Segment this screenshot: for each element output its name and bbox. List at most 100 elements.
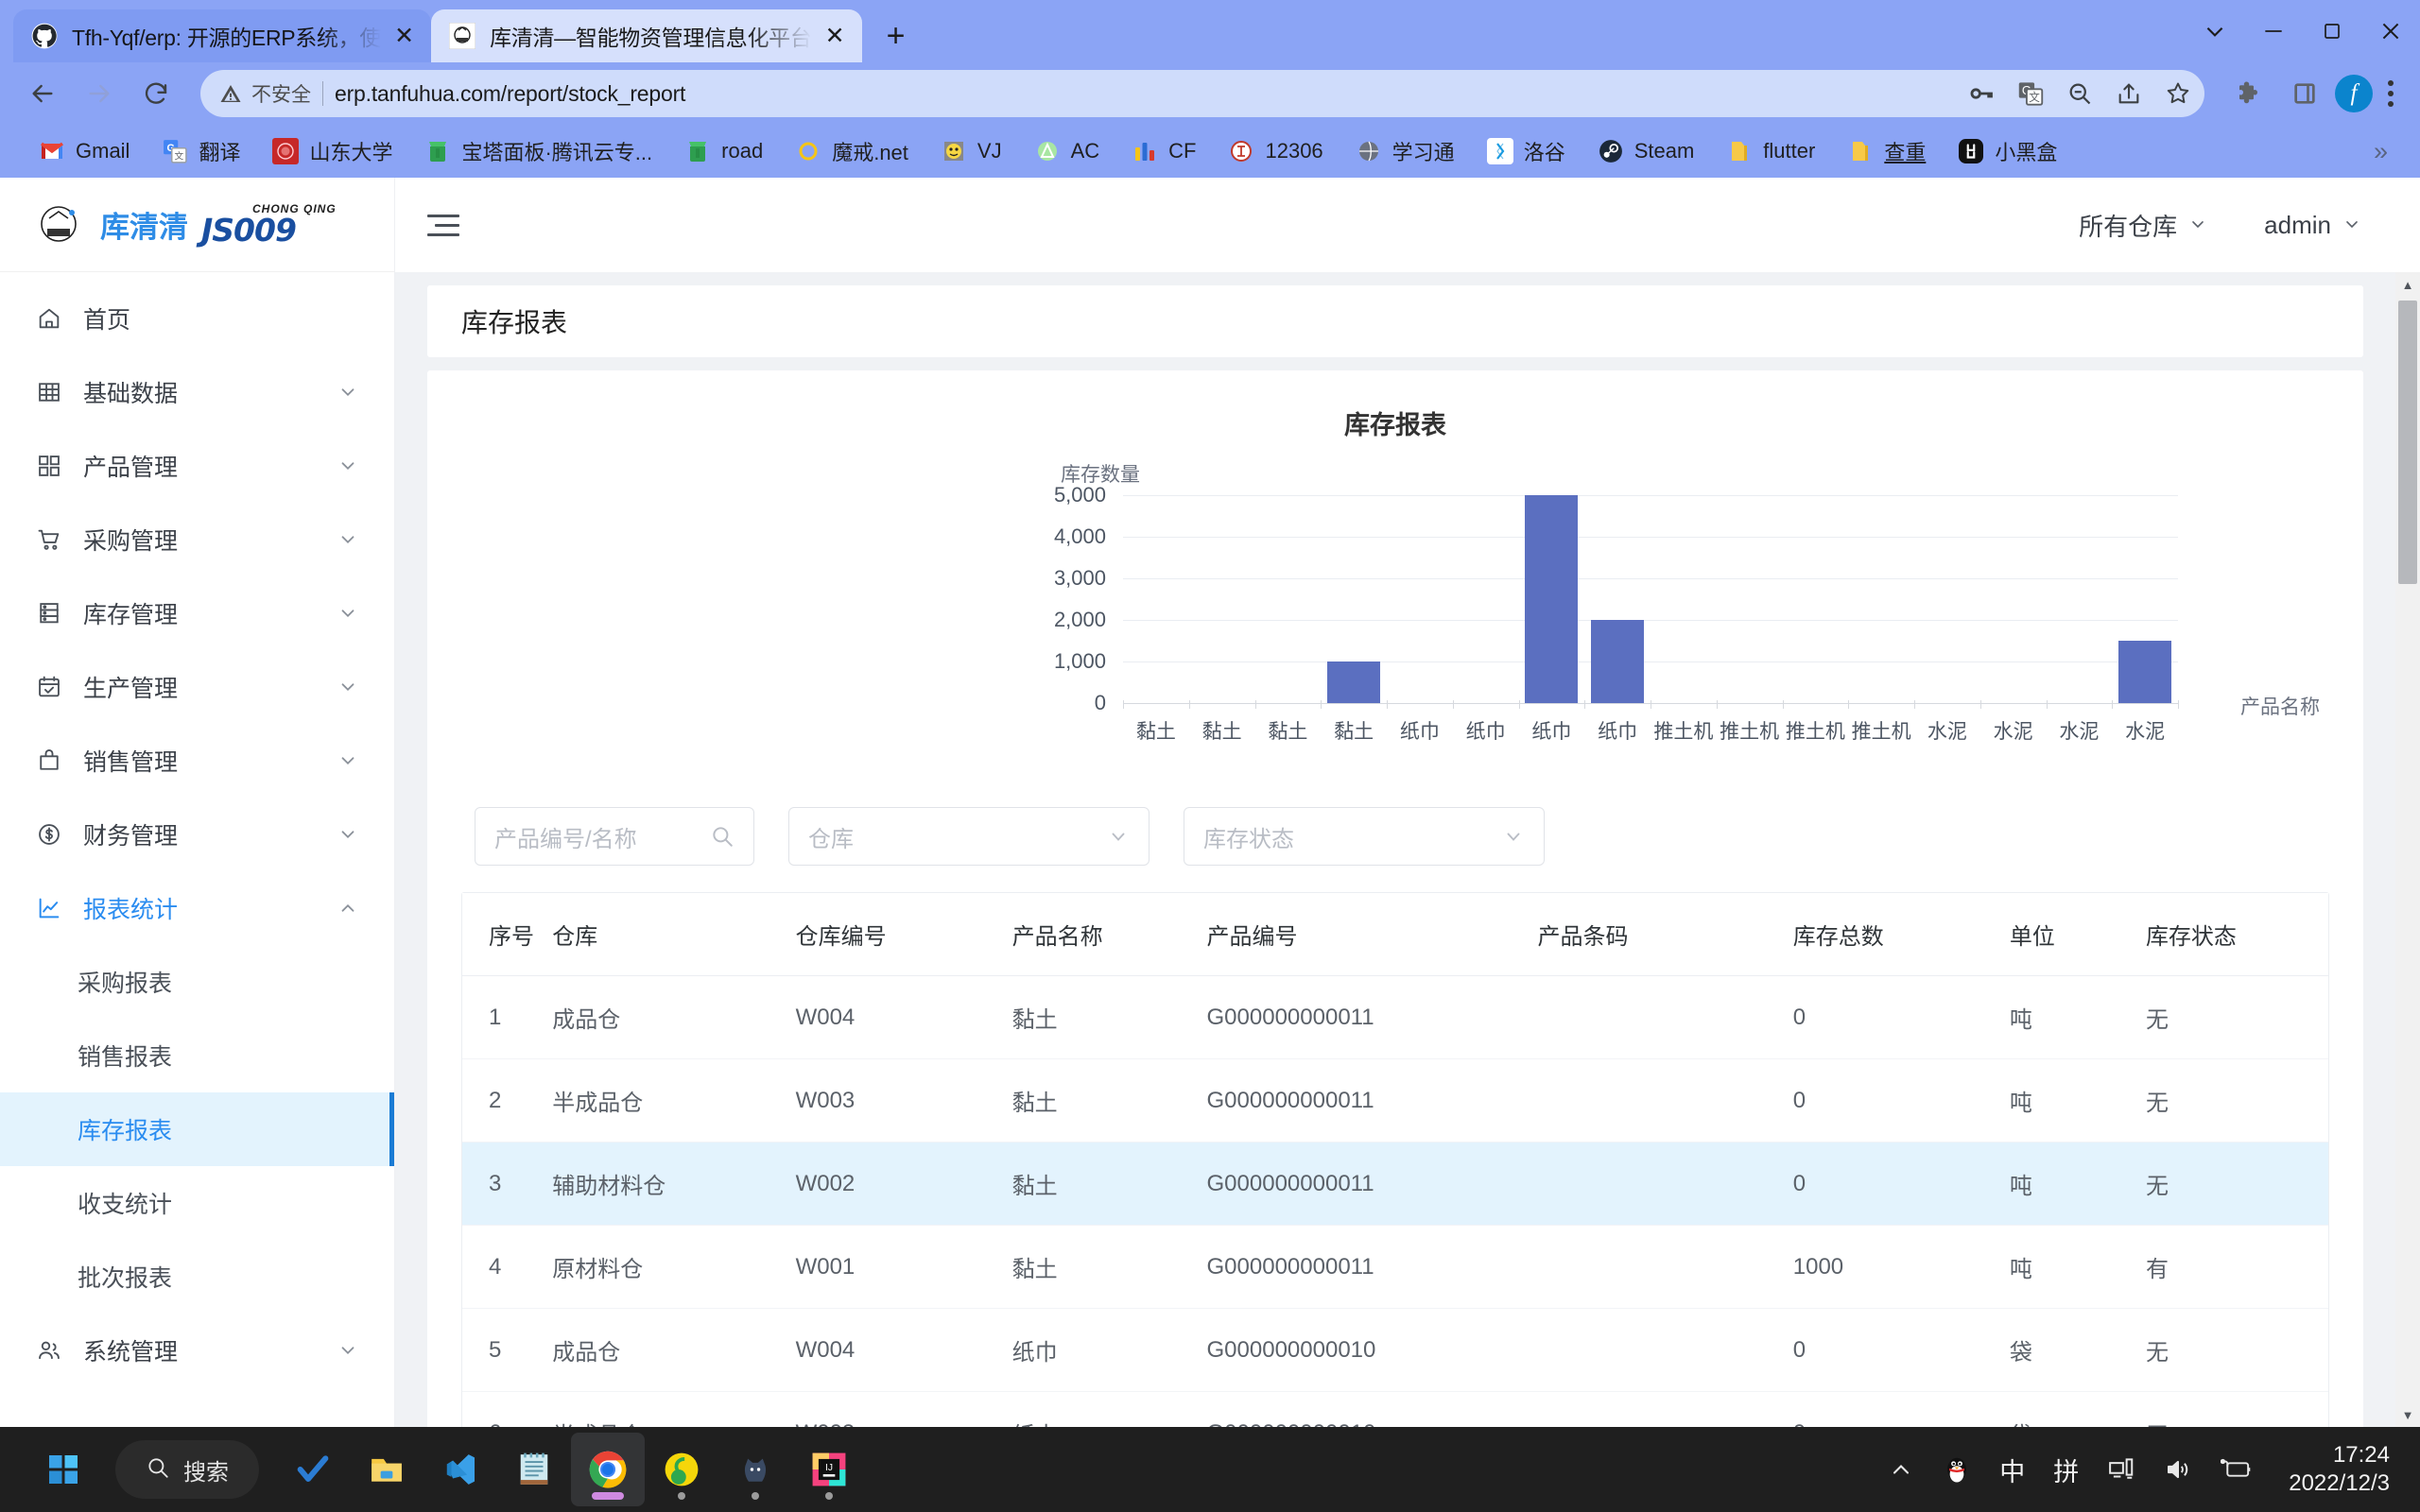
chart-bar-cell[interactable] xyxy=(1321,495,1387,703)
maximize-icon[interactable] xyxy=(2303,0,2361,62)
profile-avatar[interactable]: f xyxy=(2335,75,2373,112)
translate-icon[interactable]: G文 xyxy=(2017,80,2044,107)
app-logo[interactable]: 库清清 CHONG QING JS009 xyxy=(0,178,394,272)
sidebar-subitem-stock-report[interactable]: 库存报表 xyxy=(0,1092,394,1166)
bookmark-translate[interactable]: G文 翻译 xyxy=(146,130,256,172)
chart-bar-cell[interactable] xyxy=(1519,495,1585,703)
share-icon[interactable] xyxy=(2116,80,2142,107)
bookmark-gmail[interactable]: Gmail xyxy=(23,130,146,172)
chart-bar-cell[interactable] xyxy=(1387,495,1453,703)
table-row[interactable]: 4 原材料仓 W001 黏土 G000000000011 1000 吨有 xyxy=(462,1225,2328,1309)
sidebar-item-finance-mgmt[interactable]: 财务管理 xyxy=(0,798,394,871)
sidebar-item-purchase-mgmt[interactable]: 采购管理 xyxy=(0,503,394,576)
volume-icon[interactable] xyxy=(2164,1455,2192,1484)
close-icon[interactable]: ✕ xyxy=(825,24,845,48)
chart-bar-cell[interactable] xyxy=(1584,495,1651,703)
qq-penguin-icon[interactable] xyxy=(1943,1454,1971,1485)
warehouse-filter-select[interactable]: 仓库 xyxy=(788,807,1150,866)
sidebar-subitem-purchase-report[interactable]: 采购报表 xyxy=(0,945,394,1019)
bookmark-luogu[interactable]: 洛谷 xyxy=(1471,130,1582,172)
bookmark-xiaoheihe[interactable]: 小黑盒 xyxy=(1942,130,2073,172)
tray-expand-chevron-icon[interactable] xyxy=(1888,1456,1914,1483)
back-icon[interactable] xyxy=(17,68,68,119)
sidebar-item-product-mgmt[interactable]: 产品管理 xyxy=(0,429,394,503)
sidebar-item-home[interactable]: 首页 xyxy=(0,282,394,355)
forward-icon[interactable] xyxy=(74,68,125,119)
battery-icon[interactable] xyxy=(2221,1457,2253,1482)
bookmark-road[interactable]: road xyxy=(668,130,779,172)
chart-bar[interactable] xyxy=(2118,641,2172,703)
bookmark-steam[interactable]: Steam xyxy=(1582,130,1711,172)
taskbar-search[interactable]: 搜索 xyxy=(115,1440,259,1499)
sidebar-item-system-mgmt[interactable]: 系统管理 xyxy=(0,1314,394,1387)
bookmark-xuexitong[interactable]: 学习通 xyxy=(1340,130,1471,172)
scroll-up-icon[interactable]: ▲ xyxy=(2395,272,2420,297)
sidebar-item-production-mgmt[interactable]: 生产管理 xyxy=(0,650,394,724)
bookmark-vj[interactable]: VJ xyxy=(925,130,1018,172)
chart-bar-cell[interactable] xyxy=(1848,495,1914,703)
ime-pinyin-indicator[interactable]: 拼 xyxy=(2053,1452,2079,1488)
chart-bar-cell[interactable] xyxy=(1914,495,1980,703)
bookmark-btpanel[interactable]: 宝塔面板·腾讯云专... xyxy=(408,130,668,172)
page-scrollbar[interactable]: ▲ ▼ xyxy=(2395,272,2420,1427)
chart-bar[interactable] xyxy=(1591,620,1645,703)
file-explorer-icon[interactable] xyxy=(350,1433,424,1506)
netease-music-icon[interactable] xyxy=(645,1433,718,1506)
table-row[interactable]: 3 辅助材料仓 W002 黏土 G000000000011 0 吨无 xyxy=(462,1142,2328,1226)
bookmark-chachong[interactable]: 查重 xyxy=(1831,130,1942,172)
menu-collapse-icon[interactable] xyxy=(427,204,469,246)
table-row[interactable]: 5 成品仓 W004 纸巾 G000000000010 0 袋无 xyxy=(462,1308,2328,1392)
sidebar-subitem-batch-report[interactable]: 批次报表 xyxy=(0,1240,394,1314)
bookmark-ac[interactable]: AC xyxy=(1018,130,1116,172)
sidebar-subitem-income-stats[interactable]: 收支统计 xyxy=(0,1166,394,1240)
chrome-icon[interactable] xyxy=(571,1433,645,1506)
sidebar-item-sales-mgmt[interactable]: 销售管理 xyxy=(0,724,394,798)
table-row[interactable]: 2 半成品仓 W003 黏土 G000000000011 0 吨无 xyxy=(462,1058,2328,1143)
chart-bar[interactable] xyxy=(1327,662,1381,703)
chart-bar-cell[interactable] xyxy=(1123,495,1189,703)
bookmark-flutter[interactable]: flutter xyxy=(1710,130,1831,172)
intellij-idea-icon[interactable]: IJ xyxy=(792,1433,866,1506)
chart-bar-cell[interactable] xyxy=(1651,495,1717,703)
todo-check-icon[interactable] xyxy=(276,1433,350,1506)
taskbar-clock[interactable]: 17:24 2022/12/3 xyxy=(2289,1441,2390,1498)
search-icon[interactable] xyxy=(710,824,735,849)
vscode-icon[interactable] xyxy=(424,1433,497,1506)
reload-icon[interactable] xyxy=(130,68,182,119)
browser-tab-github[interactable]: Tfh-Yqf/erp: 开源的ERP系统，使 ✕ xyxy=(13,9,432,62)
chart-bar-cell[interactable] xyxy=(1783,495,1849,703)
network-icon[interactable] xyxy=(2107,1455,2135,1484)
chart-bar-cell[interactable] xyxy=(1980,495,2047,703)
cat-app-icon[interactable] xyxy=(718,1433,792,1506)
address-bar[interactable]: 不安全 erp.tanfuhua.com/report/stock_report… xyxy=(200,70,2204,117)
search-input[interactable]: 产品编号/名称 xyxy=(475,807,754,866)
sidebar-item-basic-data[interactable]: 基础数据 xyxy=(0,355,394,429)
browser-menu-icon[interactable] xyxy=(2378,80,2403,107)
notepad-icon[interactable] xyxy=(497,1433,571,1506)
sidepanel-icon[interactable] xyxy=(2280,80,2329,107)
table-row[interactable]: 6半成品仓W003纸巾G000000000010 0袋无 xyxy=(462,1391,2328,1427)
chart-bar-cell[interactable] xyxy=(1717,495,1783,703)
start-icon[interactable] xyxy=(26,1433,100,1506)
key-icon[interactable] xyxy=(1968,80,1995,107)
tab-search-chevron-icon[interactable] xyxy=(2186,0,2244,62)
sidebar-item-reports[interactable]: 报表统计 xyxy=(0,871,394,945)
minimize-icon[interactable] xyxy=(2244,0,2303,62)
bookmark-star-icon[interactable] xyxy=(2165,80,2191,107)
chart-bar-cell[interactable] xyxy=(1255,495,1322,703)
chart-bar[interactable] xyxy=(1525,495,1579,703)
new-tab-button[interactable]: + xyxy=(870,9,923,62)
window-close-icon[interactable] xyxy=(2361,0,2420,62)
bookmark-sdu[interactable]: 山东大学 xyxy=(256,130,408,172)
bookmark-12306[interactable]: 12306 xyxy=(1212,130,1339,172)
chart-bar-cell[interactable] xyxy=(2112,495,2178,703)
chart-bar-cell[interactable] xyxy=(2047,495,2113,703)
scrollbar-track[interactable] xyxy=(2395,297,2420,1402)
chart-bar-cell[interactable] xyxy=(1453,495,1519,703)
bookmarks-overflow-icon[interactable]: » xyxy=(2374,137,2397,166)
sidebar-item-inventory-mgmt[interactable]: 库存管理 xyxy=(0,576,394,650)
extensions-puzzle-icon[interactable] xyxy=(2223,79,2274,108)
browser-tab-kuqingqing[interactable]: 库清清—智能物资管理信息化平台 ✕ xyxy=(431,9,862,62)
warehouse-selector[interactable]: 所有仓库 xyxy=(2079,208,2207,243)
stock-status-filter-select[interactable]: 库存状态 xyxy=(1184,807,1545,866)
